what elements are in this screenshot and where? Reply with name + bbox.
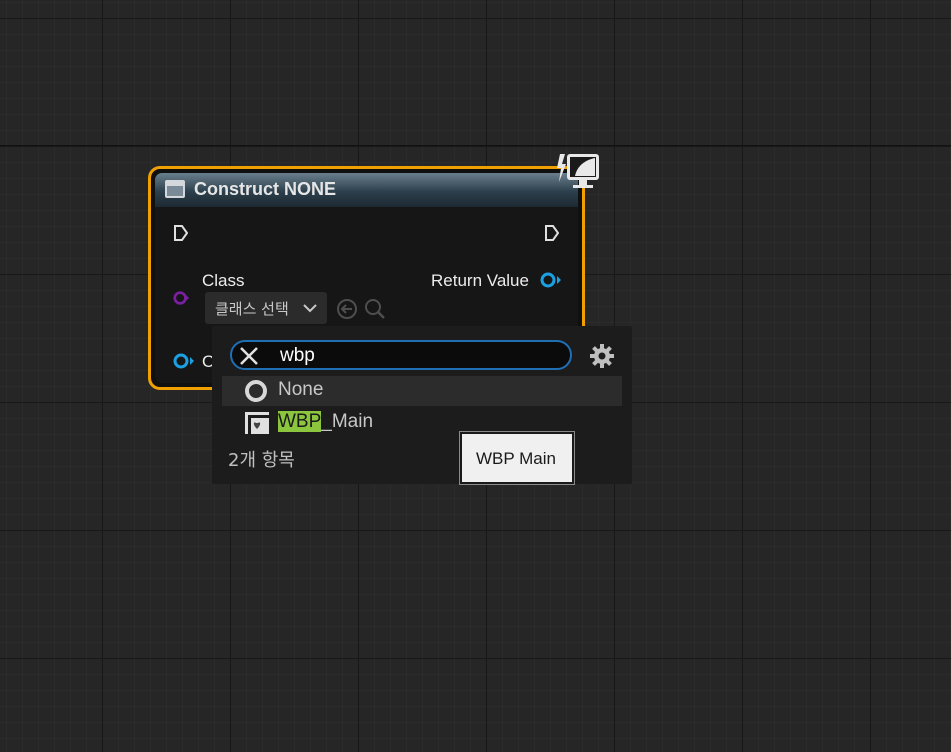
list-item-label: None	[278, 379, 324, 400]
widget-blueprint-icon	[165, 180, 185, 198]
class-input-pin[interactable]	[173, 290, 189, 306]
item-count: 2개 항목	[228, 450, 295, 471]
browse-search-icon[interactable]	[364, 298, 386, 320]
class-pin-label: Class	[202, 271, 245, 290]
node-title: Construct NONE	[194, 179, 337, 199]
class-select-label: 클래스 선택	[215, 300, 289, 318]
owner-input-pin[interactable]	[173, 353, 195, 369]
use-selected-arrow-icon[interactable]	[336, 298, 358, 320]
exec-input-pin[interactable]	[174, 225, 188, 241]
list-item-label: WBP_Main	[278, 411, 373, 433]
search-input[interactable]	[280, 344, 540, 368]
tooltip-text: WBP Main	[476, 449, 556, 468]
label-rest: _Main	[321, 411, 374, 432]
gear-icon[interactable]	[590, 344, 614, 368]
return-value-pin[interactable]	[540, 272, 562, 288]
tooltip: WBP Main	[459, 431, 575, 485]
search-box[interactable]	[230, 340, 572, 370]
list-item-none[interactable]: None	[222, 376, 622, 406]
return-value-label: Return Value	[431, 271, 529, 290]
widget-blueprint-class-icon	[245, 412, 269, 434]
node-header[interactable]: Construct NONE	[155, 173, 578, 207]
exec-output-pin[interactable]	[545, 225, 559, 241]
none-circle-icon	[245, 380, 267, 402]
search-highlight: WBP	[278, 411, 322, 432]
client-only-monitor-icon	[557, 154, 599, 188]
chevron-down-icon	[303, 304, 317, 313]
close-icon[interactable]	[238, 345, 260, 367]
class-select-combo[interactable]: 클래스 선택	[205, 292, 327, 324]
